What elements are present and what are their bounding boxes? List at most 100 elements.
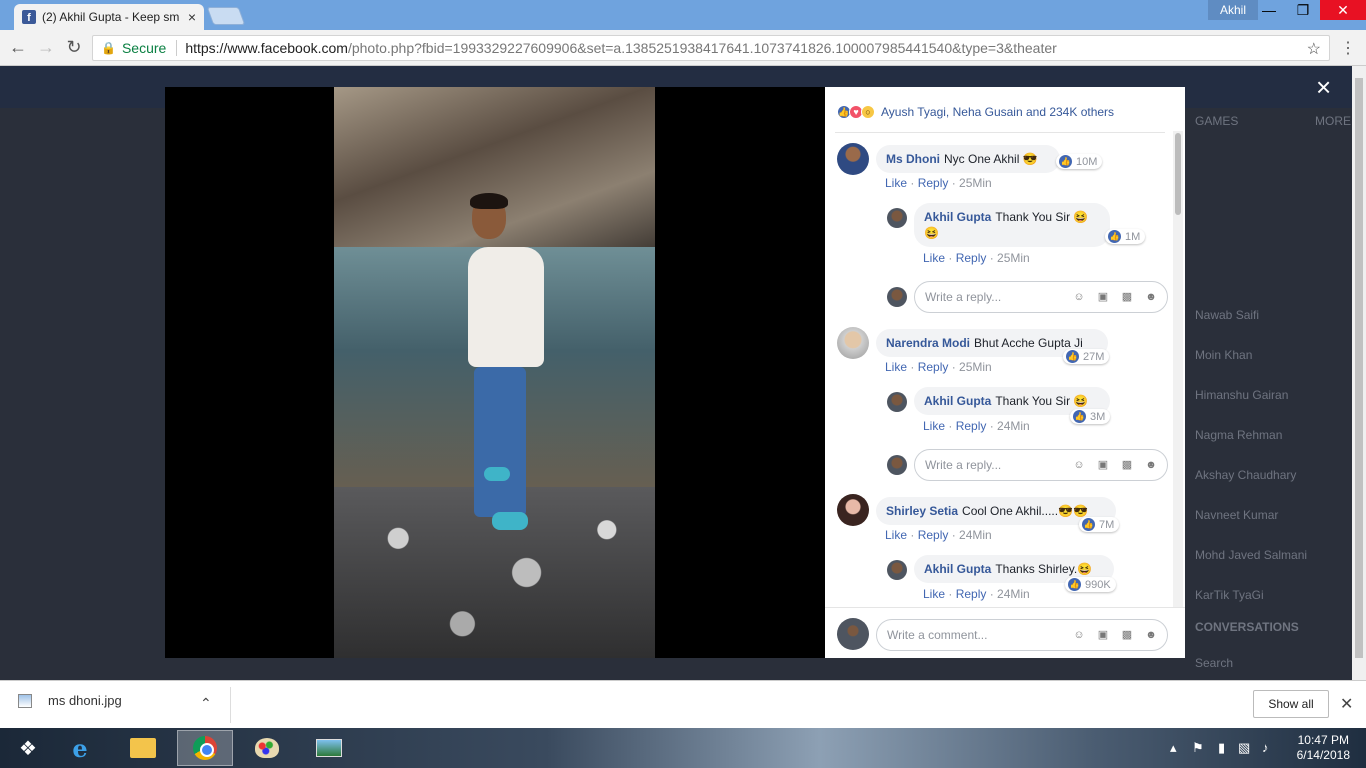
gif-icon[interactable]: ▩: [1119, 627, 1135, 643]
avatar: [887, 287, 907, 307]
reply-link[interactable]: Reply: [956, 587, 987, 601]
games-more-label: MORE: [1315, 114, 1351, 128]
reactions-text[interactable]: Ayush Tyagi, Neha Gusain and 234K others: [881, 105, 1114, 119]
like-link[interactable]: Like: [923, 251, 945, 265]
like-link[interactable]: Like: [885, 528, 907, 542]
window-close-button[interactable]: ✕: [1320, 0, 1366, 20]
chrome-menu-icon[interactable]: ⋮: [1340, 38, 1356, 58]
emoji-icon[interactable]: ☺: [1071, 627, 1087, 643]
reply-input[interactable]: Write a reply... ☺ ▣ ▩ ☻: [914, 281, 1168, 313]
image-file-icon: [18, 693, 32, 708]
like-link[interactable]: Like: [885, 360, 907, 374]
reply-input[interactable]: Write a reply... ☺ ▣ ▩ ☻: [914, 449, 1168, 481]
avatar[interactable]: [837, 327, 869, 359]
emoji-icon[interactable]: ☺: [1071, 289, 1087, 305]
sticker-icon[interactable]: ☻: [1143, 627, 1159, 643]
comment-author[interactable]: Narendra Modi: [886, 336, 970, 350]
back-button[interactable]: ←: [8, 38, 28, 56]
reply-link[interactable]: Reply: [918, 360, 949, 374]
flag-icon[interactable]: ⚑: [1192, 740, 1204, 756]
like-icon: 👍: [1059, 155, 1072, 168]
download-separator: [230, 687, 231, 723]
camera-icon[interactable]: ▣: [1095, 289, 1111, 305]
emoji-icon[interactable]: ☺: [1071, 457, 1087, 473]
reply-like-count[interactable]: 👍 1M: [1105, 229, 1146, 244]
gif-icon[interactable]: ▩: [1119, 457, 1135, 473]
bookmark-star-icon[interactable]: ☆: [1307, 39, 1321, 59]
restore-button[interactable]: ❐: [1286, 0, 1320, 20]
forward-button[interactable]: →: [36, 38, 56, 56]
like-link[interactable]: Like: [923, 587, 945, 601]
minimize-button[interactable]: —: [1252, 0, 1286, 20]
taskbar-clock[interactable]: 10:47 PM 6/14/2018: [1297, 733, 1350, 763]
reply-author[interactable]: Akhil Gupta: [924, 562, 991, 576]
download-item[interactable]: ms dhoni.jpg: [18, 693, 122, 708]
download-bar-close-icon[interactable]: ✕: [1340, 694, 1353, 714]
show-hidden-icons[interactable]: ▴: [1170, 740, 1177, 756]
taskbar-internet-explorer[interactable]: e: [52, 730, 108, 766]
comment-bubble: Ms Dhoni Nyc One Akhil 😎: [876, 145, 1060, 173]
sticker-icon[interactable]: ☻: [1143, 289, 1159, 305]
profile-button[interactable]: Akhil: [1207, 0, 1258, 20]
wow-reaction-icon: ○: [861, 105, 875, 119]
like-link[interactable]: Like: [885, 176, 907, 190]
reply-author[interactable]: Akhil Gupta: [924, 394, 991, 408]
page-scrollbar-thumb[interactable]: [1355, 78, 1363, 658]
download-file-name[interactable]: ms dhoni.jpg: [48, 693, 122, 708]
comment-author[interactable]: Shirley Setia: [886, 504, 958, 518]
secure-label: Secure: [121, 40, 167, 56]
reload-button[interactable]: ↻: [64, 38, 84, 56]
avatar[interactable]: [837, 143, 869, 175]
comment-author[interactable]: Ms Dhoni: [886, 152, 940, 166]
chevron-up-icon[interactable]: ⌃: [200, 695, 212, 712]
tab-close-icon[interactable]: ×: [188, 9, 196, 25]
show-all-button[interactable]: Show all: [1253, 690, 1329, 718]
comment-input[interactable]: Write a comment... ☺ ▣ ▩ ☻: [876, 619, 1168, 651]
taskbar-file-explorer[interactable]: [115, 730, 171, 766]
taskbar-chrome[interactable]: [177, 730, 233, 766]
volume-icon[interactable]: ♪: [1262, 740, 1269, 755]
like-link[interactable]: Like: [923, 419, 945, 433]
theater-close-icon[interactable]: ×: [1316, 72, 1331, 103]
reply-like-count[interactable]: 👍 3M: [1070, 409, 1111, 424]
page-scrollbar[interactable]: [1352, 66, 1366, 680]
reply-link[interactable]: Reply: [956, 251, 987, 265]
address-bar[interactable]: 🔒 Secure https://www.facebook.com /photo…: [92, 35, 1330, 61]
avatar[interactable]: [837, 494, 869, 526]
windows-start-icon: ❖: [19, 737, 37, 760]
taskbar-paint[interactable]: [239, 730, 295, 766]
like-icon: 👍: [1082, 518, 1095, 531]
new-tab-button[interactable]: [206, 7, 246, 25]
reply-placeholder: Write a reply...: [925, 458, 1002, 472]
reactions-summary[interactable]: 👍 ♥ ○ Ayush Tyagi, Neha Gusain and 234K …: [837, 105, 1114, 119]
reply-link[interactable]: Reply: [918, 528, 949, 542]
reply-author[interactable]: Akhil Gupta: [924, 210, 991, 224]
camera-icon[interactable]: ▣: [1095, 627, 1111, 643]
network-signal-icon[interactable]: ▧: [1238, 740, 1250, 756]
camera-icon[interactable]: ▣: [1095, 457, 1111, 473]
chat-search-placeholder: Search: [1195, 656, 1234, 670]
battery-icon[interactable]: ▮: [1218, 740, 1225, 756]
reply-link[interactable]: Reply: [918, 176, 949, 190]
comments-scrollbar[interactable]: [1173, 131, 1183, 607]
start-button[interactable]: ❖: [0, 730, 56, 766]
comment-like-count[interactable]: 👍 27M: [1063, 349, 1110, 364]
reply-like-count[interactable]: 👍 990K: [1065, 577, 1116, 592]
contact-item: Nagma Rehman: [1195, 428, 1283, 442]
url-path: /photo.php?fbid=1993329227609906&set=a.1…: [347, 40, 1057, 56]
comment-like-count[interactable]: 👍 10M: [1056, 154, 1103, 169]
avatar[interactable]: [887, 560, 907, 580]
avatar[interactable]: [887, 392, 907, 412]
reply-link[interactable]: Reply: [956, 419, 987, 433]
taskbar-photos[interactable]: [301, 730, 357, 766]
photo[interactable]: [334, 87, 655, 658]
comments-scrollbar-thumb[interactable]: [1175, 133, 1181, 215]
browser-tab[interactable]: f (2) Akhil Gupta - Keep sm ×: [14, 4, 204, 30]
games-label: GAMES: [1195, 114, 1239, 128]
like-count-value: 990K: [1085, 578, 1111, 591]
comment-like-count[interactable]: 👍 7M: [1079, 517, 1120, 532]
avatar[interactable]: [887, 208, 907, 228]
sticker-icon[interactable]: ☻: [1143, 457, 1159, 473]
chrome-icon: [193, 736, 217, 760]
gif-icon[interactable]: ▩: [1119, 289, 1135, 305]
